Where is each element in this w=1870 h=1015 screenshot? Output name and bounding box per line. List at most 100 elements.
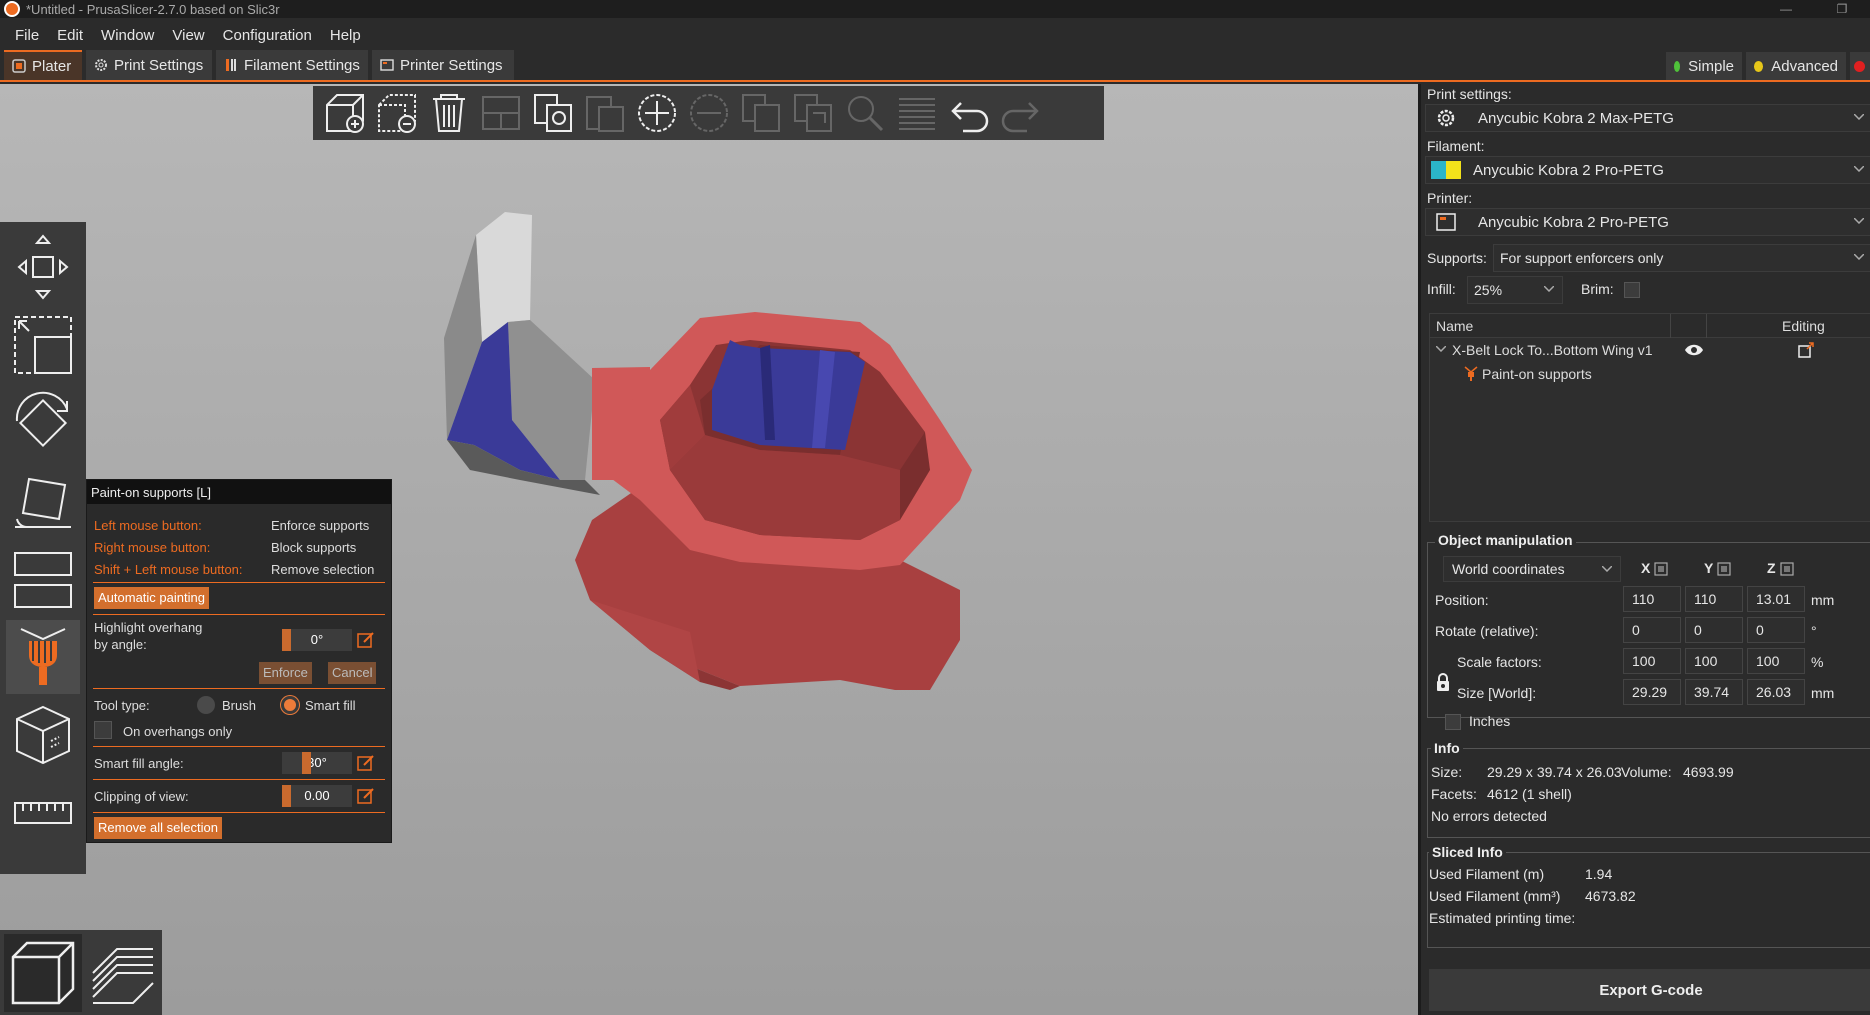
drop-to-bed-icon[interactable] — [1780, 562, 1794, 576]
rotate-z-input[interactable]: 0 — [1747, 617, 1805, 643]
object-child-row[interactable]: Paint-on supports — [1430, 362, 1870, 386]
lock-icon[interactable] — [1435, 672, 1451, 692]
view-preview-button[interactable] — [84, 934, 162, 1012]
brush-radio[interactable] — [197, 696, 215, 714]
clipping-slider[interactable]: 0.00 — [282, 785, 352, 807]
copy-button[interactable] — [527, 87, 579, 139]
supports-combo[interactable]: For support enforcers only — [1493, 244, 1870, 272]
column-editing-header[interactable]: Editing — [1782, 318, 1825, 334]
highlight-angle-slider[interactable]: 0° — [282, 629, 352, 651]
rotate-tool-button[interactable] — [6, 386, 80, 460]
cancel-button[interactable]: Cancel — [328, 662, 377, 684]
layers-editing-button[interactable] — [891, 87, 943, 139]
inches-label: Inches — [1469, 713, 1511, 729]
slider-knob[interactable] — [282, 629, 291, 651]
scale-z-input[interactable]: 100 — [1747, 648, 1805, 674]
mode-expert-button[interactable] — [1850, 52, 1870, 80]
menu-configuration[interactable]: Configuration — [214, 27, 321, 44]
used-filament-mm3-label: Used Filament (mm³) — [1429, 888, 1561, 904]
position-label: Position: — [1435, 592, 1489, 608]
size-x-input[interactable]: 29.29 — [1623, 679, 1681, 705]
menu-help[interactable]: Help — [321, 27, 370, 44]
object-row[interactable]: X-Belt Lock To...Bottom Wing v1 — [1430, 338, 1870, 362]
delete-button[interactable] — [371, 87, 423, 139]
export-gcode-button[interactable]: Export G-code — [1429, 969, 1870, 1011]
smart-fill-radio[interactable] — [281, 696, 299, 714]
position-z-input[interactable]: 13.01 — [1747, 586, 1805, 612]
infill-combo[interactable]: 25% — [1467, 276, 1563, 304]
menu-edit[interactable]: Edit — [48, 27, 92, 44]
edit-icon[interactable] — [357, 631, 375, 649]
size-z-input[interactable]: 26.03 — [1747, 679, 1805, 705]
column-name-header[interactable]: Name — [1436, 318, 1473, 334]
remove-instance-button[interactable] — [683, 87, 735, 139]
tab-printer-settings[interactable]: Printer Settings — [372, 50, 514, 80]
printer-combo[interactable]: Anycubic Kobra 2 Pro-PETG — [1425, 208, 1870, 236]
drop-to-bed-icon[interactable] — [1654, 562, 1668, 576]
menu-file[interactable]: File — [6, 27, 48, 44]
chevron-down-icon[interactable] — [1436, 346, 1446, 352]
place-on-face-tool-button[interactable] — [6, 464, 80, 538]
filament-combo[interactable]: Anycubic Kobra 2 Pro-PETG — [1425, 156, 1870, 184]
position-x-input[interactable]: 110 — [1623, 586, 1681, 612]
smart-fill-angle-slider[interactable]: 30° — [282, 752, 352, 774]
paste-button[interactable] — [579, 87, 631, 139]
edit-object-icon[interactable] — [1798, 342, 1814, 358]
arrange-button[interactable] — [475, 87, 527, 139]
view-3d-button[interactable] — [4, 934, 82, 1012]
edit-icon[interactable] — [357, 787, 375, 805]
redo-button[interactable] — [995, 87, 1047, 139]
enforce-button[interactable]: Enforce — [259, 662, 312, 684]
scale-y-input[interactable]: 100 — [1685, 648, 1743, 674]
slider-knob[interactable] — [302, 752, 311, 774]
remove-all-selection-button[interactable]: Remove all selection — [94, 817, 222, 839]
estimated-time-label: Estimated printing time: — [1429, 910, 1576, 926]
advanced-mode-dot-icon — [1754, 60, 1764, 72]
position-y-input[interactable]: 110 — [1685, 586, 1743, 612]
size-y-input[interactable]: 39.74 — [1685, 679, 1743, 705]
coordinates-combo[interactable]: World coordinates — [1443, 556, 1621, 582]
minimize-button[interactable]: — — [1758, 0, 1814, 18]
rotate-y-input[interactable]: 0 — [1685, 617, 1743, 643]
size-label: Size [World]: — [1457, 685, 1537, 701]
scale-x-input[interactable]: 100 — [1623, 648, 1681, 674]
tab-print-settings[interactable]: Print Settings — [86, 50, 212, 80]
chevron-down-icon — [1854, 254, 1864, 260]
object-list[interactable]: Name Editing X-Belt Lock To...Bottom Win… — [1429, 313, 1870, 522]
place-on-face-icon — [15, 477, 71, 529]
search-button[interactable] — [839, 87, 891, 139]
slider-knob[interactable] — [282, 785, 291, 807]
filament-color-swatch-icon — [1431, 161, 1461, 179]
add-instance-button[interactable] — [631, 87, 683, 139]
mode-simple-button[interactable]: Simple — [1666, 52, 1742, 80]
menu-view[interactable]: View — [163, 27, 213, 44]
menu-window[interactable]: Window — [92, 27, 163, 44]
rotate-x-input[interactable]: 0 — [1623, 617, 1681, 643]
drop-to-bed-icon[interactable] — [1717, 562, 1731, 576]
seam-painting-tool-button[interactable] — [6, 698, 80, 772]
print-settings-combo[interactable]: Anycubic Kobra 2 Max-PETG — [1425, 104, 1870, 132]
brim-checkbox[interactable] — [1624, 282, 1640, 298]
edit-icon[interactable] — [357, 754, 375, 772]
move-tool-button[interactable] — [6, 230, 80, 304]
automatic-painting-button[interactable]: Automatic painting — [94, 587, 209, 609]
left-mouse-action: Enforce supports — [271, 518, 370, 533]
paint-supports-tool-button[interactable] — [6, 620, 80, 694]
split-parts-button[interactable] — [787, 87, 839, 139]
tab-plater[interactable]: Plater — [4, 50, 82, 80]
sliced-info-title: Sliced Info — [1429, 844, 1506, 860]
maximize-button[interactable]: ❐ — [1814, 0, 1870, 18]
add-button[interactable] — [319, 87, 371, 139]
tab-filament-settings[interactable]: Filament Settings — [216, 50, 368, 80]
undo-button[interactable] — [943, 87, 995, 139]
info-errors: No errors detected — [1431, 808, 1547, 824]
measure-tool-button[interactable] — [6, 776, 80, 850]
cut-tool-button[interactable] — [6, 542, 80, 616]
split-objects-button[interactable] — [735, 87, 787, 139]
eye-icon[interactable] — [1684, 343, 1704, 357]
mode-advanced-button[interactable]: Advanced — [1746, 52, 1846, 80]
scale-tool-button[interactable] — [6, 308, 80, 382]
delete-all-button[interactable] — [423, 87, 475, 139]
overhangs-only-checkbox[interactable] — [94, 721, 112, 739]
inches-checkbox[interactable] — [1445, 714, 1461, 730]
